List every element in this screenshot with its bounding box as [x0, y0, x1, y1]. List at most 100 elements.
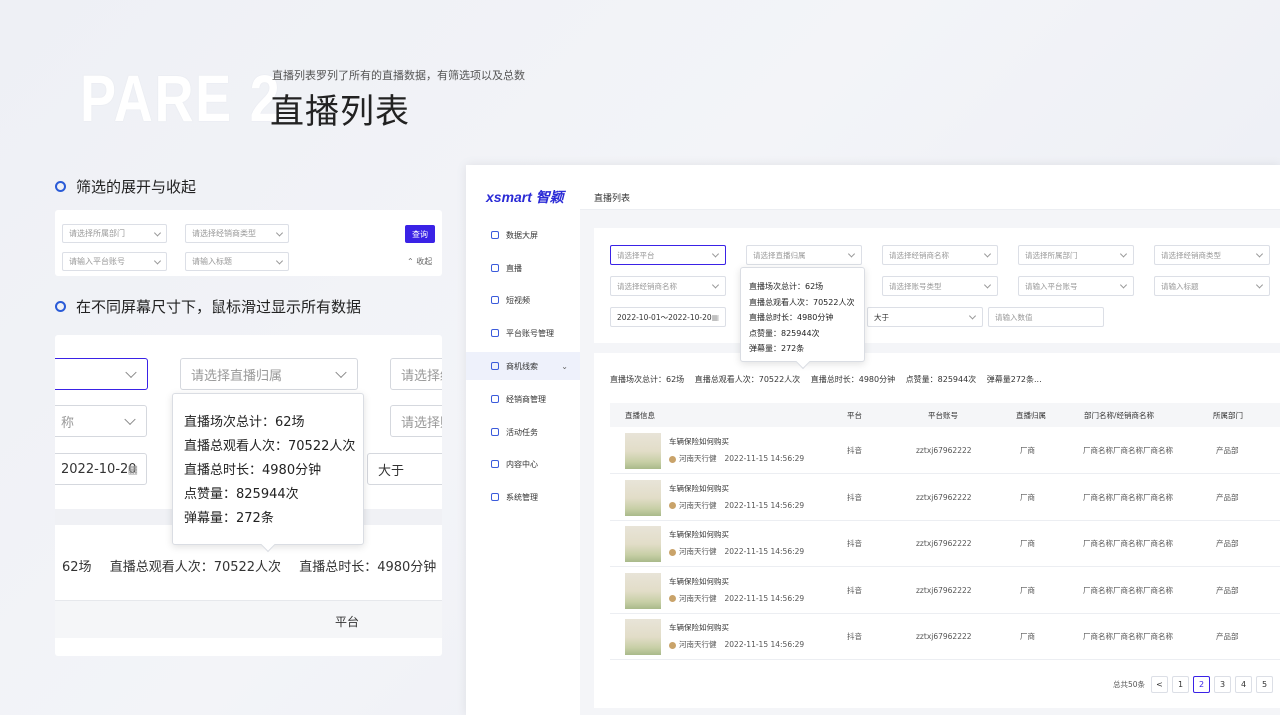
dealer-type-select[interactable]: 请选择经销商类型 [185, 224, 289, 243]
tooltip-line: 直播总时长：4980分钟 [184, 463, 322, 478]
table-row[interactable]: 车辆保险如何购买 河南天行健 2022-11-15 14:56:29 抖音 zztxj6… [610, 474, 1280, 521]
chevron-down-icon [983, 281, 992, 289]
summary-value: 70522人次 [758, 375, 801, 384]
dept-select-app[interactable]: 请选择所属部门 [1018, 245, 1134, 265]
dept-cell: 产品部 [1216, 492, 1239, 502]
dealer-name-select[interactable]: 请选择经销商名称 [882, 245, 998, 265]
col-dept: 所属部门 [1213, 410, 1243, 420]
title-input-app[interactable]: 请输入标题 [1154, 276, 1270, 296]
calendar-icon: ▦ [711, 312, 719, 322]
date-range-value: 2022-10-20 [61, 461, 137, 477]
chart-icon [491, 231, 499, 239]
title-input[interactable]: 请输入标题 [185, 252, 289, 271]
live-title[interactable]: 车辆保险如何购买 [669, 483, 729, 494]
platform-cell: 抖音 [847, 585, 862, 595]
platform-select[interactable]: 请选择平台 [610, 245, 726, 265]
account-type-select[interactable]: 请选择账号类型 [882, 276, 998, 296]
table-row[interactable]: 车辆保险如何购买 河南天行健 2022-11-15 14:56:29 抖音 zztxj6… [610, 427, 1280, 474]
chevron-down-icon [847, 250, 856, 258]
nav-label: 经销商管理 [506, 394, 546, 404]
dealer-type-placeholder: 请选择经销商类型 [192, 229, 256, 238]
nav-live[interactable]: 直播 [466, 254, 580, 282]
section1-heading-text: 筛选的展开与收起 [76, 178, 197, 196]
compare-select-zoom[interactable]: 大于 [367, 453, 442, 485]
calendar-icon: ▦ [127, 462, 138, 476]
number-input[interactable]: 请输入数值 [988, 307, 1104, 327]
author-name: 河南天行健 [679, 640, 717, 650]
platform-account-input-app[interactable]: 请输入平台账号 [1018, 276, 1134, 296]
date-range-zoom[interactable]: 2022-10-20 ▦ [55, 453, 147, 485]
author-name: 河南天行健 [679, 547, 717, 557]
compare-select[interactable]: 大于 [867, 307, 983, 327]
account-cell: zztxj67962222 [916, 492, 972, 502]
dept-cell: 产品部 [1216, 632, 1239, 642]
account-cell: zztxj67962222 [916, 585, 972, 595]
tooltip-line: 直播场次总计：62场 [184, 415, 305, 430]
date-range-picker[interactable]: 2022-10-01～2022-10-20 ▦ [610, 307, 726, 327]
tooltip-line: 直播总观看人次：70522人次 [184, 439, 356, 454]
belong-select[interactable]: 请选择直播归属 [746, 245, 862, 265]
dealer-select-zoom[interactable]: 请选择经 [390, 358, 442, 390]
avatar [669, 502, 676, 510]
video-thumbnail[interactable] [625, 526, 661, 563]
nav-system[interactable]: 系统管理 [466, 483, 580, 511]
table-header-zoom: 平台 [55, 600, 442, 638]
video-thumbnail[interactable] [625, 619, 661, 656]
nav-label: 直播 [506, 263, 522, 273]
prev-page-button[interactable]: < [1151, 676, 1168, 693]
live-title[interactable]: 车辆保险如何购买 [669, 622, 729, 633]
tooltip-line: 直播总时长：4980分钟 [749, 313, 834, 322]
live-title[interactable]: 车辆保险如何购买 [669, 436, 729, 447]
nav-tasks[interactable]: 活动任务 [466, 418, 580, 446]
chevron-down-icon [153, 256, 162, 265]
belong-select-placeholder: 请选择直播归属 [191, 368, 283, 384]
nav-label: 内容中心 [506, 459, 538, 469]
dept-select[interactable]: 请选择所属部门 [62, 224, 167, 243]
top-bar: 直播列表 [580, 165, 1280, 210]
chevron-down-icon [1119, 250, 1128, 258]
page-button[interactable]: 4 [1235, 676, 1252, 693]
table-row[interactable]: 车辆保险如何购买 河南天行健 2022-11-15 14:56:29 抖音 zztxj6… [610, 567, 1280, 614]
dealer-name-select-2[interactable]: 请选择经销商名称 [610, 276, 726, 296]
page-button[interactable]: 3 [1214, 676, 1231, 693]
page-button-current[interactable]: 2 [1193, 676, 1210, 693]
nav-short-video[interactable]: 短视频 [466, 286, 580, 314]
tooltip-line: 弹幕量：272条 [184, 511, 274, 526]
video-thumbnail[interactable] [625, 433, 661, 469]
dealer-cell: 厂商名称厂商名称厂商名称 [1083, 492, 1173, 502]
nav-accounts[interactable]: 平台账号管理 [466, 319, 580, 347]
page-button[interactable]: 1 [1172, 676, 1189, 693]
col-live-info: 直播信息 [625, 410, 655, 420]
platform-cell: 抖音 [847, 539, 862, 549]
query-button[interactable]: 查询 [405, 225, 435, 243]
dealer-name-placeholder: 称 [61, 415, 75, 431]
nav-content[interactable]: 内容中心 [466, 450, 580, 478]
page-button[interactable]: 5 [1256, 676, 1273, 693]
live-time: 2022-11-15 14:56:29 [724, 593, 805, 603]
nav-dealers[interactable]: 经销商管理 [466, 385, 580, 413]
dealer-name-placeholder: 请选择经销商名称 [889, 250, 949, 260]
video-thumbnail[interactable] [625, 572, 661, 609]
summary-label: 直播场次总计： [610, 375, 666, 384]
video-thumbnail[interactable] [625, 479, 661, 516]
account-select-zoom[interactable]: 请选择账 [390, 405, 442, 437]
live-meta: 河南天行健 2022-11-15 14:56:29 [669, 453, 804, 464]
dealer-name-select-zoom[interactable]: 称 [55, 405, 147, 437]
live-title[interactable]: 车辆保险如何购买 [669, 529, 729, 540]
nav-leads[interactable]: 商机线索 ⌄ [466, 352, 580, 380]
dealer-type-select-app[interactable]: 请选择经销商类型 [1154, 245, 1270, 265]
nav-label: 短视频 [506, 295, 530, 305]
live-meta: 河南天行健 2022-11-15 14:56:29 [669, 500, 804, 511]
section2-heading-text: 在不同屏幕尺寸下，鼠标滑过显示所有数据 [76, 298, 362, 316]
collapse-toggle[interactable]: ⌃ 收起 [407, 256, 432, 267]
belong-select-zoom[interactable]: 请选择直播归属 [180, 358, 358, 390]
nav-label: 平台账号管理 [506, 328, 554, 338]
platform-account-input[interactable]: 请输入平台账号 [62, 252, 167, 271]
table-row[interactable]: 车辆保险如何购买 河南天行健 2022-11-15 14:56:29 抖音 zztxj6… [610, 613, 1280, 661]
platform-select-zoom[interactable] [55, 358, 148, 390]
table-row[interactable]: 车辆保险如何购买 河南天行健 2022-11-15 14:56:29 抖音 zztxj6… [610, 520, 1280, 568]
stats-tooltip: 直播场次总计：62场 直播总观看人次：70522人次 直播总时长：4980分钟 … [740, 267, 865, 370]
account-cell: zztxj67962222 [916, 446, 972, 455]
nav-dashboard[interactable]: 数据大屏 [466, 221, 580, 249]
live-title[interactable]: 车辆保险如何购买 [669, 576, 729, 587]
